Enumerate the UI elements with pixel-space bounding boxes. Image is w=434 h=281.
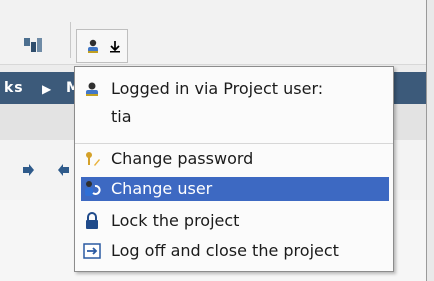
lock-project-label: Lock the project bbox=[111, 211, 240, 230]
lock-project-item[interactable]: Lock the project bbox=[81, 209, 389, 233]
user-icon bbox=[85, 38, 101, 54]
change-password-item[interactable]: Change password bbox=[81, 147, 389, 171]
menu-divider bbox=[75, 143, 393, 144]
breadcrumb-fragment: ks bbox=[4, 80, 24, 96]
go-offline-icon[interactable] bbox=[54, 162, 72, 180]
logged-in-label: Logged in via Project user: bbox=[111, 79, 324, 98]
user-switch-icon bbox=[83, 180, 101, 198]
change-user-item[interactable]: Change user bbox=[81, 177, 389, 201]
logged-in-info: Logged in via Project user: bbox=[81, 77, 389, 101]
user-menu-button[interactable] bbox=[76, 29, 128, 63]
user-icon bbox=[83, 80, 101, 98]
user-dropdown-menu: Logged in via Project user: tia Change p… bbox=[74, 66, 394, 272]
key-pencil-icon bbox=[83, 150, 101, 168]
username-value: tia bbox=[111, 107, 132, 126]
lock-icon bbox=[83, 212, 101, 230]
change-password-label: Change password bbox=[111, 149, 254, 168]
logoff-icon bbox=[83, 242, 101, 260]
log-off-close-label: Log off and close the project bbox=[111, 241, 339, 260]
username-row: tia bbox=[81, 105, 389, 129]
toolbar bbox=[0, 0, 426, 65]
go-online-icon[interactable] bbox=[20, 162, 38, 180]
toolbar-separator bbox=[70, 22, 71, 58]
log-off-close-item[interactable]: Log off and close the project bbox=[81, 239, 389, 263]
project-tree-icon[interactable] bbox=[22, 34, 44, 56]
breadcrumb-arrow-icon: ▶ bbox=[42, 82, 52, 96]
dropdown-arrow-icon bbox=[109, 38, 121, 54]
change-user-label: Change user bbox=[111, 179, 213, 198]
